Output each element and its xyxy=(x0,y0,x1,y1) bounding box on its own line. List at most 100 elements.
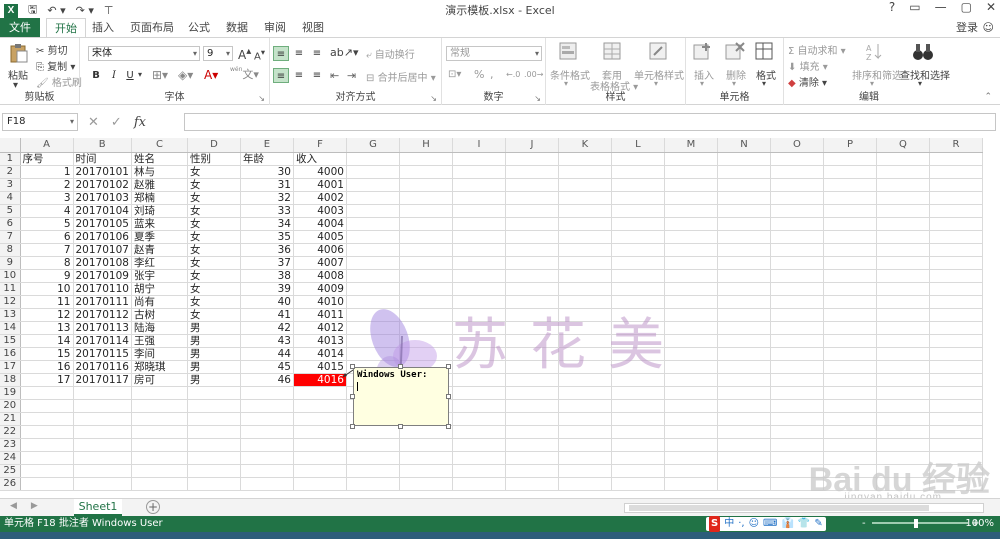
cell[interactable] xyxy=(293,425,347,439)
cell[interactable]: 女 xyxy=(187,165,241,179)
tab-formulas[interactable]: 公式 xyxy=(184,18,214,37)
cell[interactable] xyxy=(823,334,877,348)
cell[interactable] xyxy=(929,282,983,296)
cell[interactable]: 4009 xyxy=(293,282,347,296)
cell[interactable] xyxy=(611,477,665,491)
cell[interactable]: 4002 xyxy=(293,191,347,205)
cell[interactable] xyxy=(823,256,877,270)
cell[interactable] xyxy=(452,334,506,348)
help-button[interactable]: ? xyxy=(889,0,895,14)
cell[interactable] xyxy=(399,217,453,231)
cell[interactable] xyxy=(876,347,930,361)
conditional-formatting-button[interactable]: 条件格式 xyxy=(550,67,590,82)
cell[interactable] xyxy=(452,347,506,361)
cell[interactable]: 39 xyxy=(240,282,294,296)
cell[interactable] xyxy=(131,464,188,478)
format-painter-button[interactable]: 🖌 格式刷 xyxy=(36,74,82,89)
sort-filter-button[interactable]: 排序和筛选 xyxy=(852,67,902,82)
cell[interactable]: 30 xyxy=(240,165,294,179)
cell[interactable] xyxy=(664,321,718,335)
cell[interactable]: 20170101 xyxy=(73,165,132,179)
cell[interactable] xyxy=(558,165,612,179)
cell[interactable]: 43 xyxy=(240,334,294,348)
cell[interactable] xyxy=(929,373,983,387)
cell[interactable] xyxy=(823,412,877,426)
next-sheet-icon[interactable]: ▶ xyxy=(31,501,38,511)
column-header[interactable]: F xyxy=(293,138,347,153)
cell[interactable] xyxy=(73,425,132,439)
row-header[interactable]: 18 xyxy=(0,373,21,387)
cell[interactable] xyxy=(823,464,877,478)
cell[interactable] xyxy=(770,256,824,270)
cell[interactable] xyxy=(611,438,665,452)
cell[interactable]: 女 xyxy=(187,308,241,322)
cell[interactable] xyxy=(929,347,983,361)
cell[interactable]: 20170105 xyxy=(73,217,132,231)
zoom-slider[interactable] xyxy=(872,522,968,524)
cell[interactable] xyxy=(558,451,612,465)
cell[interactable] xyxy=(346,282,400,296)
cell[interactable]: 女 xyxy=(187,282,241,296)
cell[interactable] xyxy=(399,191,453,205)
cell[interactable]: 王强 xyxy=(131,334,188,348)
cell[interactable] xyxy=(611,165,665,179)
minimize-button[interactable]: — xyxy=(935,0,947,14)
merge-center-button[interactable]: ⊟ 合并后居中 ▾ xyxy=(366,69,436,84)
cell[interactable] xyxy=(770,230,824,244)
cell[interactable]: 34 xyxy=(240,217,294,231)
cell[interactable] xyxy=(664,464,718,478)
cell[interactable] xyxy=(876,438,930,452)
ime-skin-icon[interactable]: 👔 xyxy=(781,516,793,532)
cell[interactable] xyxy=(293,464,347,478)
cell[interactable]: 44 xyxy=(240,347,294,361)
cell[interactable] xyxy=(346,230,400,244)
cell[interactable]: 时间 xyxy=(73,152,132,166)
cell[interactable] xyxy=(823,230,877,244)
cell[interactable] xyxy=(770,464,824,478)
formula-input[interactable] xyxy=(184,113,996,131)
resize-handle[interactable] xyxy=(446,424,451,429)
cell[interactable] xyxy=(240,412,294,426)
cell[interactable] xyxy=(20,464,74,478)
cell[interactable] xyxy=(717,412,771,426)
ime-toolbar[interactable]: S 中 ·, ☺ ⌨ 👔 👕 ✎ xyxy=(706,516,826,532)
cell[interactable] xyxy=(558,425,612,439)
cell[interactable] xyxy=(876,282,930,296)
cell[interactable] xyxy=(346,269,400,283)
cell[interactable] xyxy=(399,451,453,465)
column-header[interactable]: G xyxy=(346,138,400,153)
cell[interactable] xyxy=(73,412,132,426)
font-size-combo[interactable]: 9 ▾ xyxy=(203,46,233,61)
cell[interactable] xyxy=(929,412,983,426)
cell[interactable] xyxy=(558,438,612,452)
row-header[interactable]: 20 xyxy=(0,399,21,413)
font-name-combo[interactable]: 宋体 ▾ xyxy=(88,46,200,61)
cell[interactable] xyxy=(452,191,506,205)
cell[interactable] xyxy=(611,204,665,218)
cell[interactable]: 20170104 xyxy=(73,204,132,218)
cell[interactable] xyxy=(558,243,612,257)
cell[interactable] xyxy=(876,425,930,439)
prev-sheet-icon[interactable]: ◀ xyxy=(10,501,17,511)
cell[interactable] xyxy=(452,451,506,465)
cell[interactable] xyxy=(505,178,559,192)
cell[interactable] xyxy=(73,451,132,465)
cell[interactable] xyxy=(505,165,559,179)
cell[interactable] xyxy=(929,308,983,322)
cell[interactable] xyxy=(73,477,132,491)
align-bottom-button[interactable]: ≡ xyxy=(309,46,325,61)
cell[interactable]: 性别 xyxy=(187,152,241,166)
cell[interactable] xyxy=(770,282,824,296)
cell[interactable] xyxy=(876,165,930,179)
cell[interactable] xyxy=(293,386,347,400)
cell[interactable]: 男 xyxy=(187,334,241,348)
cell[interactable] xyxy=(823,308,877,322)
underline-dropdown-icon[interactable]: ▾ xyxy=(138,70,142,79)
cell[interactable] xyxy=(664,217,718,231)
number-format-combo[interactable]: 常规 ▾ xyxy=(446,46,542,61)
cell[interactable]: 女 xyxy=(187,217,241,231)
cell[interactable] xyxy=(929,451,983,465)
cell[interactable] xyxy=(929,360,983,374)
ime-emoji-icon[interactable]: ☺ xyxy=(749,516,759,532)
cell[interactable]: 赵雅 xyxy=(131,178,188,192)
